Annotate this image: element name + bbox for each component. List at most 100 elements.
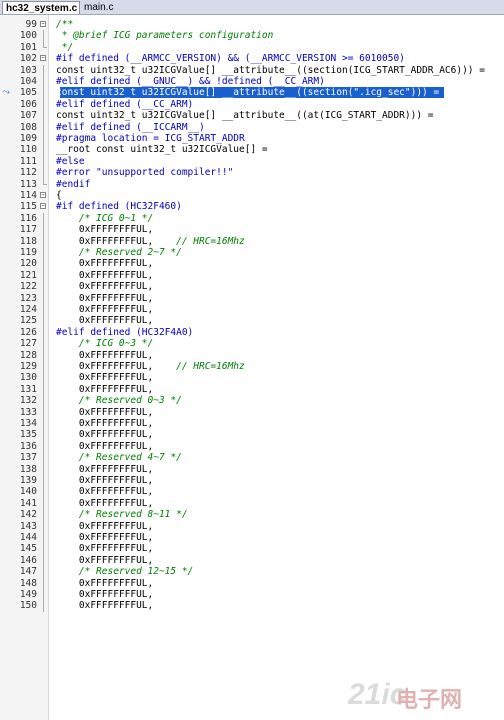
code-token: #elif defined (__GNUC__) && !defined (__… (56, 76, 325, 87)
collapse-icon[interactable]: − (40, 55, 46, 62)
code-line[interactable]: 147 /* Reserved 12~15 */ (0, 566, 504, 578)
line-number: 145 (19, 543, 37, 555)
code-line[interactable]: 116 /* ICG 0~1 */ (0, 212, 504, 225)
code-line[interactable]: 103 const uint32_t u32ICGValue[] __attrib… (0, 64, 504, 76)
line-number: 110 (19, 144, 37, 156)
code-line[interactable]: 140 0xFFFFFFFFUL, (0, 486, 504, 498)
fold-guide (40, 326, 47, 339)
code-line[interactable]: 132 /* Reserved 0~3 */ (0, 395, 504, 407)
line-number: 141 (19, 497, 37, 509)
code-line[interactable]: 117 0xFFFFFFFFUL, (0, 224, 504, 236)
code-text: 0xFFFFFFFFUL, (56, 281, 153, 292)
code-line[interactable]: 142 /* Reserved 8~11 */ (0, 509, 504, 521)
code-text: 0xFFFFFFFFUL, (56, 293, 153, 304)
tab-hc32-system[interactable]: hc32_system.c (2, 1, 80, 14)
code-text: 0xFFFFFFFFUL, (56, 589, 153, 600)
code-line[interactable]: 107 const uint32_t u32ICGValue[] __attrib… (0, 110, 504, 122)
code-line[interactable]: 130 0xFFFFFFFFUL, (0, 372, 504, 384)
code-text: /* Reserved 12~15 */ (56, 566, 193, 577)
code-line[interactable]: 122 0xFFFFFFFFUL, (0, 281, 504, 293)
code-line[interactable]: 113 #endif (0, 178, 504, 190)
line-number: 108 (19, 121, 37, 133)
code-line[interactable]: 100 * @brief ICG parameters configuratio… (0, 30, 504, 42)
code-line[interactable]: 114− { (0, 190, 504, 201)
code-line[interactable]: 108 #elif defined (__ICCARM__) (0, 121, 504, 133)
code-text: const uint32_t u32ICGValue[] __attribute… (56, 65, 485, 76)
line-number: 137 (19, 452, 37, 464)
code-line[interactable]: 145 0xFFFFFFFFUL, (0, 543, 504, 555)
line-number: 131 (19, 383, 37, 395)
fold-toggle-icon[interactable]: − (40, 19, 47, 30)
code-token: /* ICG 0~1 */ (56, 212, 154, 224)
code-line[interactable]: 120 0xFFFFFFFFUL, (0, 258, 504, 270)
fold-guide (40, 155, 47, 168)
tab-main[interactable]: main.c (81, 1, 113, 14)
line-number: 129 (19, 361, 37, 372)
fold-guide (40, 554, 47, 567)
fold-toggle-icon[interactable]: − (40, 201, 47, 212)
collapse-icon[interactable]: − (40, 203, 46, 210)
line-number: 113 (19, 178, 37, 190)
code-line[interactable]: 105 ⤳ const uint32_t u32ICGValue[] __attri… (0, 87, 504, 99)
code-text: #error "unsupported compiler!!" (56, 167, 233, 178)
code-line[interactable]: 112 #error "unsupported compiler!!" (0, 167, 504, 179)
fold-guide (40, 577, 47, 589)
code-line[interactable]: 126 #elif defined (HC32F4A0) (0, 326, 504, 339)
line-number: 119 (19, 247, 37, 258)
code-line[interactable]: 118 0xFFFFFFFFUL, // HRC=16Mhz (0, 235, 504, 247)
bookmark-arrow-icon[interactable]: ⤳ (2, 87, 16, 98)
code-editor[interactable]: 99−/** 100 * @brief ICG parameters config… (0, 15, 504, 720)
code-line[interactable]: 139 0xFFFFFFFFUL, (0, 475, 504, 487)
code-line[interactable]: 125 0xFFFFFFFFUL, (0, 315, 504, 327)
code-line[interactable]: 123 0xFFFFFFFFUL, (0, 292, 504, 304)
code-token: #error "unsupported compiler!!" (56, 167, 234, 179)
fold-toggle-icon[interactable]: − (40, 53, 47, 64)
line-number: 99 (25, 19, 37, 30)
code-token: #elif defined (__ICCARM__) (56, 121, 205, 133)
code-line[interactable]: 128 0xFFFFFFFFUL, (0, 349, 504, 361)
collapse-icon[interactable]: − (40, 21, 46, 27)
code-line[interactable]: 124 0xFFFFFFFFUL, (0, 304, 504, 316)
code-line[interactable]: 121 0xFFFFFFFFUL, (0, 269, 504, 282)
code-text: /* Reserved 0~3 */ (56, 395, 182, 406)
fold-guide (40, 475, 47, 487)
line-number: 111 (19, 155, 37, 167)
code-line[interactable]: 102− #if defined (__ARMCC_VERSION) && (__… (0, 53, 504, 64)
fold-guide (40, 497, 47, 510)
code-line[interactable]: 148 0xFFFFFFFFUL, (0, 577, 504, 589)
collapse-icon[interactable]: − (40, 192, 46, 198)
code-line[interactable]: 106 #elif defined (__CC_ARM) (0, 98, 504, 111)
code-line[interactable]: 144 0xFFFFFFFFUL, (0, 532, 504, 544)
code-line[interactable]: 141 0xFFFFFFFFUL, (0, 497, 504, 510)
code-token: 0xFFFFFFFFUL, (56, 463, 154, 475)
line-number: 139 (19, 475, 37, 486)
code-line[interactable]: 131 0xFFFFFFFFUL, (0, 383, 504, 396)
code-line[interactable]: 101 */ (0, 41, 504, 53)
code-line[interactable]: 109 #pragma location = ICG_START_ADDR (0, 133, 504, 145)
code-line[interactable]: 104 #elif defined (__GNUC__) && !defined … (0, 76, 504, 88)
code-token: 0xFFFFFFFFUL, (56, 315, 154, 327)
code-line[interactable]: 137 /* Reserved 4~7 */ (0, 452, 504, 464)
code-text: /* Reserved 8~11 */ (56, 509, 188, 520)
code-line[interactable]: 99− /** (0, 19, 504, 30)
code-line[interactable]: 127 /* ICG 0~3 */ (0, 338, 504, 350)
code-line[interactable]: 111 #else (0, 155, 504, 168)
code-line[interactable]: 110 __root const uint32_t u32ICGValue[] = (0, 144, 504, 156)
code-text: 0xFFFFFFFFUL, (56, 475, 153, 486)
code-line[interactable]: 149 0xFFFFFFFFUL, (0, 589, 504, 601)
code-line[interactable]: 138 0xFFFFFFFFUL, (0, 463, 504, 475)
code-line[interactable]: 134 0xFFFFFFFFUL, (0, 418, 504, 430)
code-line[interactable]: 135 0xFFFFFFFFUL, (0, 429, 504, 441)
code-line[interactable]: 133 0xFFFFFFFFUL, (0, 406, 504, 418)
code-text: /* ICG 0~3 */ (56, 338, 153, 349)
code-line[interactable]: 115− #if defined (HC32F460) (0, 201, 504, 212)
code-line[interactable]: 136 0xFFFFFFFFUL, (0, 440, 504, 453)
code-token: /* Reserved 8~11 */ (56, 509, 188, 521)
code-token: 0xFFFFFFFFUL, (56, 475, 154, 486)
code-line[interactable]: 143 0xFFFFFFFFUL, (0, 520, 504, 532)
fold-toggle-icon[interactable]: − (40, 190, 47, 201)
code-line[interactable]: 150 0xFFFFFFFFUL, (0, 600, 504, 612)
code-line[interactable]: 146 0xFFFFFFFFUL, (0, 554, 504, 567)
code-line[interactable]: 119 /* Reserved 2~7 */ (0, 247, 504, 259)
code-line[interactable]: 129 0xFFFFFFFFUL, // HRC=16Mhz (0, 361, 504, 373)
